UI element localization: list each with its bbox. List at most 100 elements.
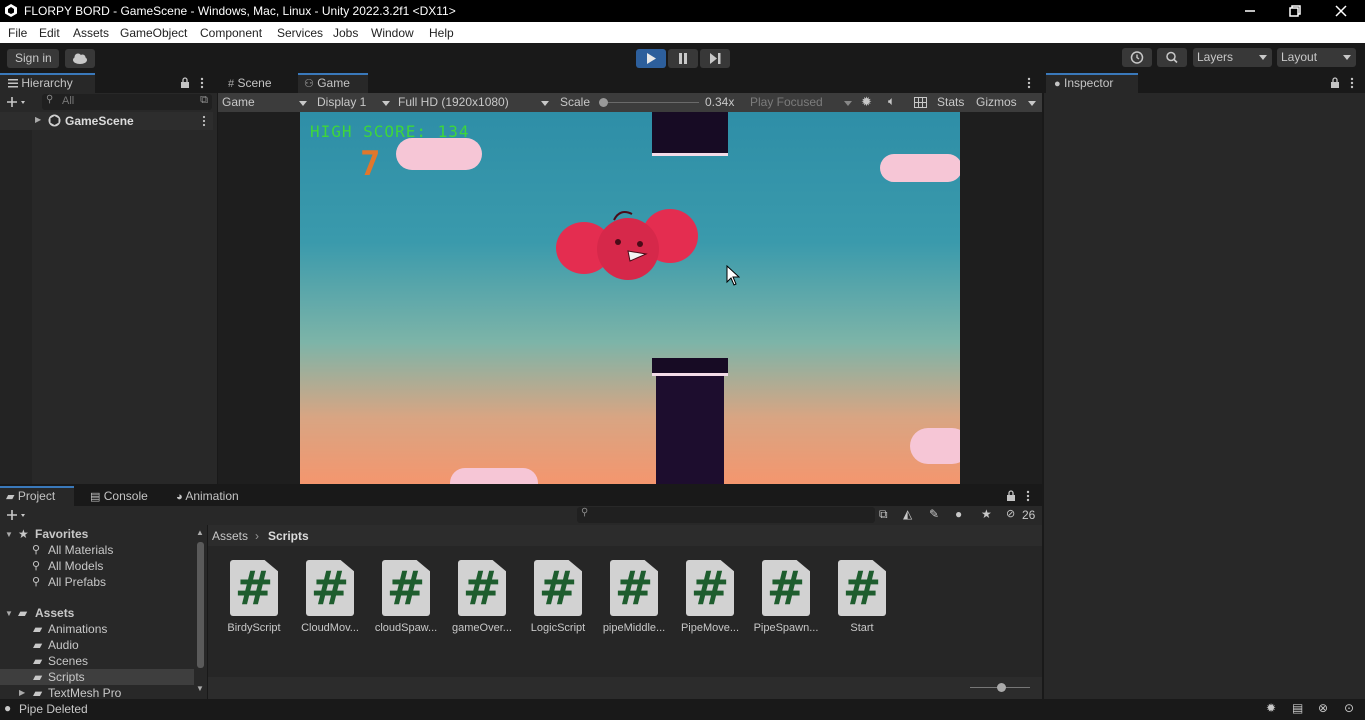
more-icon[interactable] — [1350, 77, 1354, 89]
layout-dropdown[interactable]: Layout — [1277, 48, 1356, 67]
icon-size-slider[interactable] — [970, 683, 1030, 692]
restore-button[interactable] — [1272, 0, 1318, 22]
script-asset[interactable]: # LogicScript — [525, 560, 591, 634]
more-icon[interactable] — [1027, 77, 1031, 89]
menu-jobs[interactable]: Jobs — [333, 26, 358, 40]
tab-inspector[interactable]: ● Inspector — [1046, 73, 1138, 93]
lock-icon[interactable] — [1006, 490, 1016, 502]
cloud-button[interactable] — [65, 49, 95, 68]
bug-icon[interactable]: ✹ — [861, 94, 872, 110]
star-icon[interactable]: ★ — [981, 507, 992, 521]
add-icon[interactable] — [6, 96, 28, 108]
breadcrumb-scripts[interactable]: Scripts — [268, 529, 309, 543]
assets-footer — [208, 677, 1042, 699]
menu-services[interactable]: Services — [277, 26, 323, 40]
tab-project-label: Project — [17, 489, 56, 503]
menu-help[interactable]: Help — [429, 26, 454, 40]
script-asset[interactable]: # cloudSpaw... — [373, 560, 439, 634]
filter-icon[interactable]: ⧉ — [200, 94, 208, 107]
folder-animations[interactable]: Animations — [48, 622, 107, 636]
scale-slider[interactable] — [599, 98, 699, 107]
folder-scripts[interactable]: Scripts — [48, 670, 85, 684]
scroll-up-icon[interactable]: ▲ — [196, 528, 204, 537]
more-icon[interactable] — [200, 77, 204, 89]
folder-scripts-selected[interactable] — [0, 669, 194, 685]
favorite-all-prefabs[interactable]: All Prefabs — [48, 575, 106, 589]
script-asset[interactable]: # Start — [829, 560, 895, 634]
tab-animation[interactable]: ◕ Animation — [174, 486, 264, 506]
tab-game[interactable]: ⚇ Game — [298, 73, 368, 93]
tab-inspector-label: Inspector — [1064, 76, 1114, 90]
hierarchy-item-gamescene[interactable]: ▶ GameScene — [0, 112, 213, 130]
folder-audio[interactable]: Audio — [48, 638, 79, 652]
add-icon[interactable] — [6, 509, 28, 521]
network-icon[interactable]: ▤ — [1292, 701, 1303, 715]
history-button[interactable] — [1122, 48, 1152, 67]
tree-scrollbar[interactable]: ▲ ▼ — [196, 528, 205, 694]
search-button[interactable] — [1157, 48, 1187, 67]
stats-button[interactable]: Stats — [937, 95, 964, 109]
tab-project[interactable]: ▰ Project — [0, 486, 74, 506]
hidden-icon[interactable]: ⊘ — [1006, 507, 1015, 520]
warning-icon[interactable]: ● — [955, 507, 962, 521]
tag-icon[interactable]: ✎ — [929, 507, 939, 521]
project-search-input[interactable]: ⚲ — [577, 507, 875, 523]
script-asset[interactable]: # gameOver... — [449, 560, 515, 634]
menu-gameobject[interactable]: GameObject — [120, 26, 187, 40]
script-asset[interactable]: # pipeMiddle... — [601, 560, 667, 634]
icon-size-slider-thumb[interactable] — [997, 683, 1006, 692]
menu-component[interactable]: Component — [200, 26, 262, 40]
minimize-button[interactable] — [1227, 0, 1273, 22]
breadcrumb: Assets › Scripts — [208, 525, 1042, 546]
game-view[interactable]: HIGH SCORE: 134 7 — [218, 112, 1042, 484]
sign-in-button[interactable]: Sign in — [7, 49, 59, 68]
favorite-all-materials[interactable]: All Materials — [48, 543, 113, 557]
status-message[interactable]: Pipe Deleted — [19, 702, 88, 716]
gizmos-dropdown[interactable]: Gizmos — [976, 95, 1038, 109]
scrollbar-thumb[interactable] — [197, 542, 204, 668]
more-icon[interactable] — [202, 115, 206, 127]
grid-icon[interactable] — [914, 97, 927, 108]
gamepad-icon: ⚇ — [304, 78, 314, 90]
menu-assets[interactable]: Assets — [73, 26, 109, 40]
menu-edit[interactable]: Edit — [39, 26, 60, 40]
breadcrumb-assets[interactable]: Assets — [212, 529, 248, 543]
tab-console[interactable]: ▤ Console — [86, 486, 166, 506]
menu-file[interactable]: File — [8, 26, 27, 40]
step-button[interactable] — [700, 49, 730, 68]
menu-window[interactable]: Window — [371, 26, 414, 40]
play-focused-dropdown[interactable]: Play Focused — [750, 95, 854, 109]
assets-label[interactable]: Assets — [35, 606, 74, 620]
lock-icon[interactable] — [1330, 77, 1340, 89]
display-dropdown[interactable]: Display 1 — [317, 95, 391, 109]
tab-scene[interactable]: # Scene — [222, 73, 296, 93]
more-icon[interactable] — [1026, 490, 1030, 502]
favorites-label[interactable]: Favorites — [35, 527, 88, 541]
favorite-all-models[interactable]: All Models — [48, 559, 103, 573]
diagnostics-icon[interactable]: ✹ — [1266, 701, 1276, 715]
lock-icon[interactable] — [180, 77, 190, 89]
close-button[interactable] — [1318, 0, 1364, 22]
scale-slider-thumb[interactable] — [599, 98, 608, 107]
audio-icon[interactable]: 🔈︎ — [888, 94, 895, 109]
filter-type-icon[interactable]: ⧉ — [879, 507, 888, 522]
script-asset[interactable]: # BirdyScript — [221, 560, 287, 634]
pause-button[interactable] — [668, 49, 698, 68]
scroll-down-icon[interactable]: ▼ — [196, 684, 204, 693]
hierarchy-search-input[interactable]: ⚲ All ⧉ — [42, 94, 212, 110]
filter-label-icon[interactable]: ◭ — [903, 507, 912, 521]
auto-generate-icon[interactable]: ⊗ — [1318, 701, 1328, 715]
check-icon[interactable]: ⊙ — [1344, 701, 1354, 715]
folder-scenes[interactable]: Scenes — [48, 654, 88, 668]
script-asset[interactable]: # CloudMov... — [297, 560, 363, 634]
folder-textmesh-pro[interactable]: TextMesh Pro — [48, 686, 121, 700]
script-asset[interactable]: # PipeSpawn... — [753, 560, 819, 634]
game-canvas[interactable]: HIGH SCORE: 134 7 — [300, 112, 960, 484]
view-dropdown[interactable]: Game — [222, 95, 307, 109]
play-button[interactable] — [636, 49, 666, 68]
resolution-dropdown[interactable]: Full HD (1920x1080) — [398, 95, 553, 109]
chevron-down-icon — [382, 101, 390, 106]
layers-dropdown[interactable]: Layers — [1193, 48, 1272, 67]
script-asset[interactable]: # PipeMove... — [677, 560, 743, 634]
tab-hierarchy[interactable]: Hierarchy — [0, 73, 95, 93]
